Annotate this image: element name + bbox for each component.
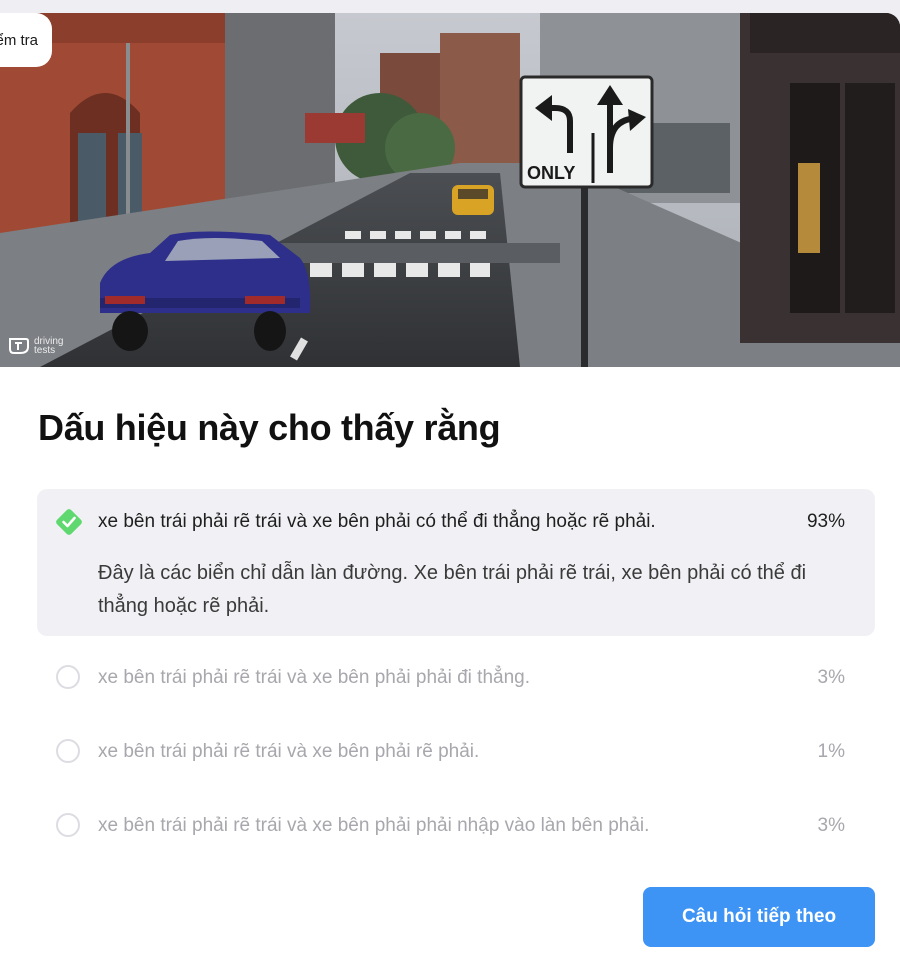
answer-label: xe bên trái phải rẽ trái và xe bên phải … [98, 741, 480, 762]
answer-label: xe bên trái phải rẽ trái và xe bên phải … [98, 667, 531, 688]
answer-label: xe bên trái phải rẽ trái và xe bên phải … [98, 511, 656, 532]
answer-percent: 93% [806, 511, 845, 532]
answer-option[interactable]: xe bên trái phải rẽ trái và xe bên phải … [37, 798, 875, 854]
watermark-line2: tests [34, 345, 56, 356]
answer-percent: 3% [817, 815, 845, 836]
answer-percent: 1% [817, 741, 845, 762]
answer-explanation: Đây là các biển chỉ dẫn làn đường. Xe bê… [98, 562, 807, 617]
driving-tests-logo-icon [9, 338, 29, 354]
answer-label: xe bên trái phải rẽ trái và xe bên phải … [98, 815, 650, 836]
radio-circle-icon [56, 739, 80, 763]
radio-circle-icon [56, 665, 80, 689]
question-card: ONLY Kiểm tra driving tests Dấu hiệu này… [0, 13, 900, 980]
question-title: Dấu hiệu này cho thấy rằng [38, 407, 501, 448]
exit-test-button[interactable]: Kiểm tra [0, 13, 52, 67]
sign-only-text: ONLY [527, 163, 575, 183]
answer-option-correct[interactable]: xe bên trái phải rẽ trái và xe bên phải … [37, 489, 875, 636]
exit-test-label: Kiểm tra [0, 31, 38, 49]
answer-option[interactable]: xe bên trái phải rẽ trái và xe bên phải … [37, 724, 875, 780]
next-question-button[interactable]: Câu hỏi tiếp theo [643, 887, 875, 947]
correct-check-icon [56, 509, 82, 535]
answer-percent: 3% [817, 667, 845, 688]
driving-tests-watermark: driving tests [8, 337, 63, 356]
answer-option[interactable]: xe bên trái phải rẽ trái và xe bên phải … [37, 650, 875, 706]
question-image: ONLY [0, 13, 900, 367]
radio-circle-icon [56, 813, 80, 837]
